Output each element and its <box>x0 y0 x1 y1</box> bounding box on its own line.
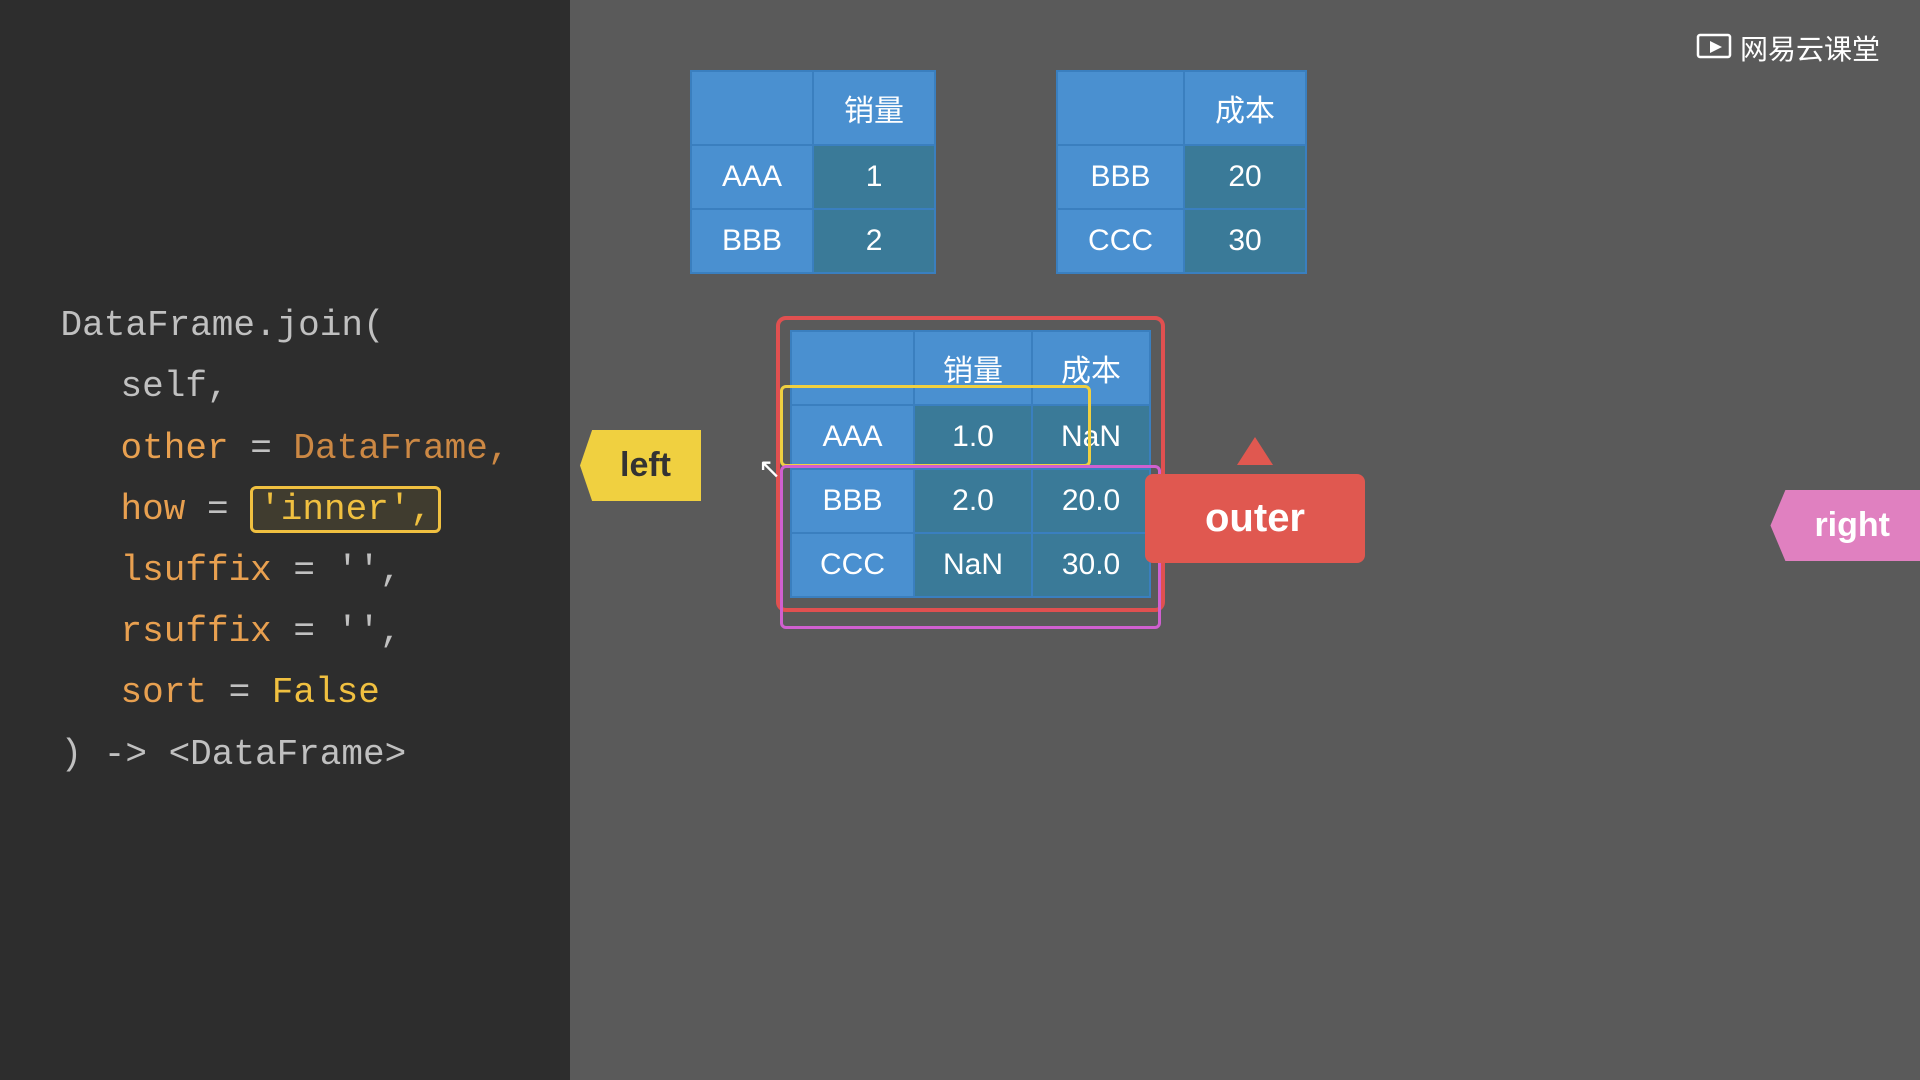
result-header-empty <box>791 331 914 405</box>
code-line3: other = DataFrame, <box>61 418 510 479</box>
code-dataframe: DataFrame, <box>293 428 509 469</box>
right-table-header-empty <box>1057 71 1184 145</box>
result-header-cost: 成本 <box>1032 331 1150 405</box>
result-row2-cost: 20.0 <box>1032 469 1150 533</box>
code-block: DataFrame.join( self, other = DataFrame,… <box>61 295 510 785</box>
right-table-row1-cost: 20 <box>1184 145 1306 209</box>
left-table-row1-sales: 1 <box>813 145 935 209</box>
left-table-row2-sales: 2 <box>813 209 935 273</box>
code-how-value: 'inner', <box>250 486 441 533</box>
code-other-keyword: other <box>121 428 229 469</box>
watermark-text: 网易云课堂 <box>1740 28 1880 68</box>
watermark-icon <box>1696 33 1732 63</box>
right-table-header-cost: 成本 <box>1184 71 1306 145</box>
result-row3-index: CCC <box>791 533 914 597</box>
right-source-table: 成本 BBB 20 CCC 30 <box>1056 70 1307 274</box>
code-line5: lsuffix = '', <box>61 540 510 601</box>
result-row3-sales: NaN <box>914 533 1032 597</box>
code-how-keyword: how <box>121 489 186 530</box>
right-table-row1-index: BBB <box>1057 145 1184 209</box>
code-line1: DataFrame.join( <box>61 305 385 346</box>
right-panel: 网易云课堂 销量 AAA 1 BBB 2 成本 BBB <box>570 0 1920 1080</box>
outer-label: outer <box>1145 474 1365 563</box>
code-line8: ) -> <DataFrame> <box>61 734 407 775</box>
right-table-row2-cost: 30 <box>1184 209 1306 273</box>
code-sort-value: False <box>272 672 380 713</box>
code-rsuffix-keyword: rsuffix <box>121 611 272 652</box>
result-row1-cost: NaN <box>1032 405 1150 469</box>
result-header-sales: 销量 <box>914 331 1032 405</box>
code-line7: sort = False <box>61 662 510 723</box>
left-table-row1-index: AAA <box>691 145 813 209</box>
outer-arrow-indicator <box>1237 437 1273 465</box>
code-line6: rsuffix = '', <box>61 601 510 662</box>
code-sort-keyword: sort <box>121 672 207 713</box>
left-panel: DataFrame.join( self, other = DataFrame,… <box>0 0 570 1080</box>
result-row1-index: AAA <box>791 405 914 469</box>
code-lsuffix-value: '', <box>337 550 402 591</box>
code-line2: self, <box>61 356 510 417</box>
result-row1-sales: 1.0 <box>914 405 1032 469</box>
result-area: 销量 成本 AAA 1.0 NaN BBB 2.0 20.0 CCC NaN 3… <box>630 330 1880 603</box>
left-table-header-sales: 销量 <box>813 71 935 145</box>
watermark: 网易云课堂 <box>1696 28 1880 68</box>
right-table-row2-index: CCC <box>1057 209 1184 273</box>
code-lsuffix-keyword: lsuffix <box>121 550 272 591</box>
code-rsuffix-value: '', <box>337 611 402 652</box>
code-line4: how = 'inner', <box>61 479 510 540</box>
result-table-wrapper: 销量 成本 AAA 1.0 NaN BBB 2.0 20.0 CCC NaN 3… <box>790 330 1151 598</box>
result-table: 销量 成本 AAA 1.0 NaN BBB 2.0 20.0 CCC NaN 3… <box>790 330 1151 598</box>
result-row3-cost: 30.0 <box>1032 533 1150 597</box>
left-table-row2-index: BBB <box>691 209 813 273</box>
result-row2-index: BBB <box>791 469 914 533</box>
left-table-header-empty <box>691 71 813 145</box>
result-row2-sales: 2.0 <box>914 469 1032 533</box>
left-source-table: 销量 AAA 1 BBB 2 <box>690 70 936 274</box>
right-label: right <box>1770 490 1920 561</box>
top-tables: 销量 AAA 1 BBB 2 成本 BBB 20 CCC 30 <box>690 70 1307 274</box>
left-label: left <box>580 430 701 501</box>
